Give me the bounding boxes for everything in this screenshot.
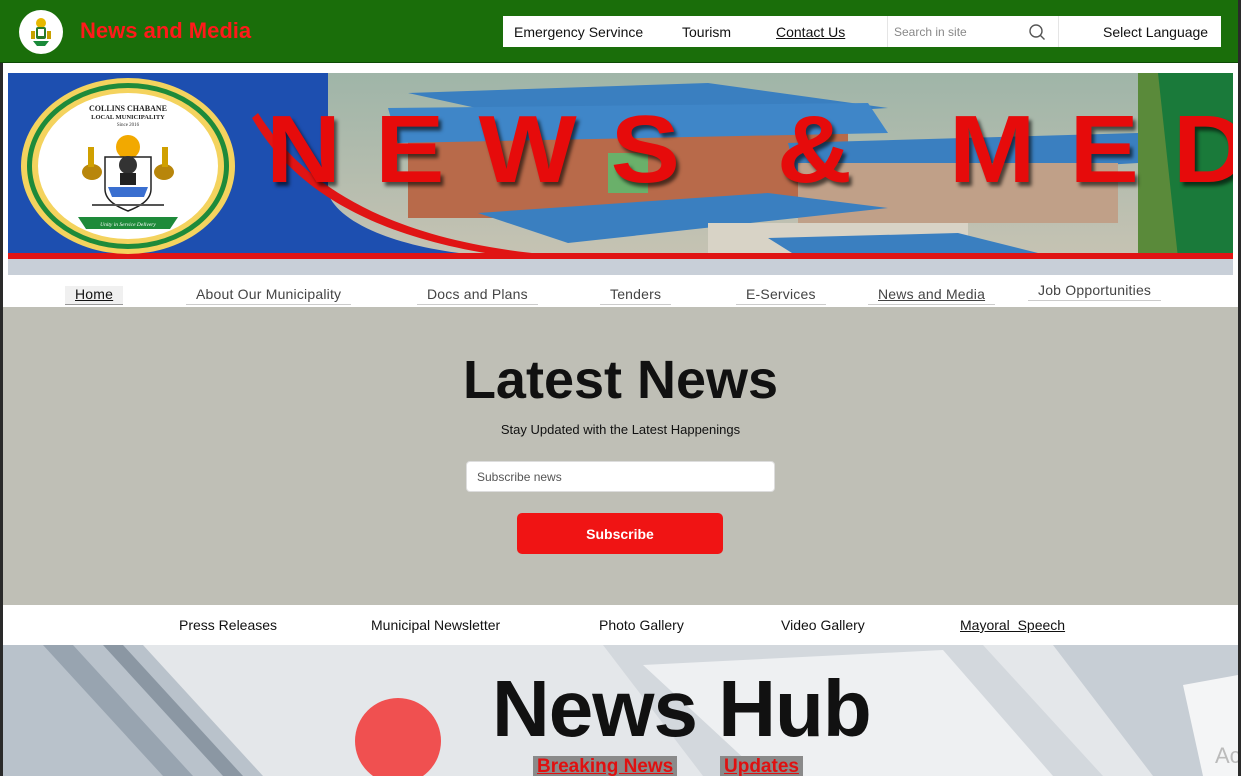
top-nav: Emergency Servince Tourism Contact Us Se…	[503, 16, 1221, 47]
news-hub-accent-dot	[355, 698, 441, 776]
sub-nav-press-releases[interactable]: Press Releases	[179, 617, 277, 633]
nav-tourism[interactable]: Tourism	[682, 24, 731, 40]
latest-news-subtitle: Stay Updated with the Latest Happenings	[500, 422, 741, 437]
site-search	[887, 16, 1059, 47]
main-nav-jobs[interactable]: Job Opportunities	[1028, 282, 1162, 301]
main-nav-tenders[interactable]: Tenders	[600, 286, 672, 305]
main-nav-news-media[interactable]: News and Media	[868, 286, 996, 305]
sub-nav-photo-gallery[interactable]: Photo Gallery	[599, 617, 684, 633]
seal-motto: Unity in Service Delivery	[100, 222, 156, 228]
subscribe-button[interactable]: Subscribe	[517, 513, 723, 554]
sub-nav-newsletter[interactable]: Municipal Newsletter	[371, 617, 500, 633]
main-nav-eservices[interactable]: E-Services	[736, 286, 826, 305]
seal-name-line1: COLLINS CHABANE	[89, 104, 167, 113]
main-nav-docs[interactable]: Docs and Plans	[417, 286, 538, 305]
media-sub-nav: Press Releases Municipal Newsletter Phot…	[3, 605, 1238, 645]
main-nav-about[interactable]: About Our Municipality	[186, 286, 352, 305]
search-icon[interactable]	[1028, 23, 1046, 41]
top-header: News and Media Emergency Servince Touris…	[0, 0, 1241, 63]
news-hub-title: News Hub	[492, 664, 872, 753]
subscribe-input[interactable]	[466, 461, 775, 492]
sub-nav-mayoral-speech[interactable]: Mayoral Speech	[960, 617, 1065, 633]
latest-news-section: Latest News Stay Updated with the Latest…	[3, 307, 1238, 605]
seal-since: Since 2016	[117, 123, 140, 128]
breaking-news-tag[interactable]: Breaking News	[533, 756, 678, 776]
language-selector[interactable]: Select Language	[1103, 24, 1208, 40]
sub-nav-video-gallery[interactable]: Video Gallery	[781, 617, 865, 633]
updates-tag[interactable]: Updates	[720, 756, 803, 776]
nav-emergency-services[interactable]: Emergency Servince	[514, 24, 643, 40]
crest-icon	[31, 18, 51, 46]
municipal-seal: COLLINS CHABANE LOCAL MUNICIPALITY Since…	[21, 78, 235, 254]
news-media-banner: COLLINS CHABANE LOCAL MUNICIPALITY Since…	[8, 73, 1233, 275]
site-title: News and Media	[80, 18, 252, 43]
latest-news-title: Latest News	[462, 350, 779, 410]
municipality-logo[interactable]	[19, 10, 63, 54]
main-nav: Home About Our Municipality Docs and Pla…	[3, 276, 1238, 307]
search-input[interactable]	[894, 23, 1024, 41]
main-nav-home[interactable]: Home	[65, 286, 124, 305]
seal-name-line2: LOCAL MUNICIPALITY	[91, 114, 165, 121]
frame-left-edge	[0, 63, 3, 776]
news-hub-section: News Hub Breaking News Updates Ac	[3, 645, 1238, 776]
nav-contact-us[interactable]: Contact Us	[776, 24, 845, 40]
banner-headline: NEWS & MEDIA	[266, 96, 1233, 204]
corner-watermark-text: Ac	[1215, 743, 1238, 768]
